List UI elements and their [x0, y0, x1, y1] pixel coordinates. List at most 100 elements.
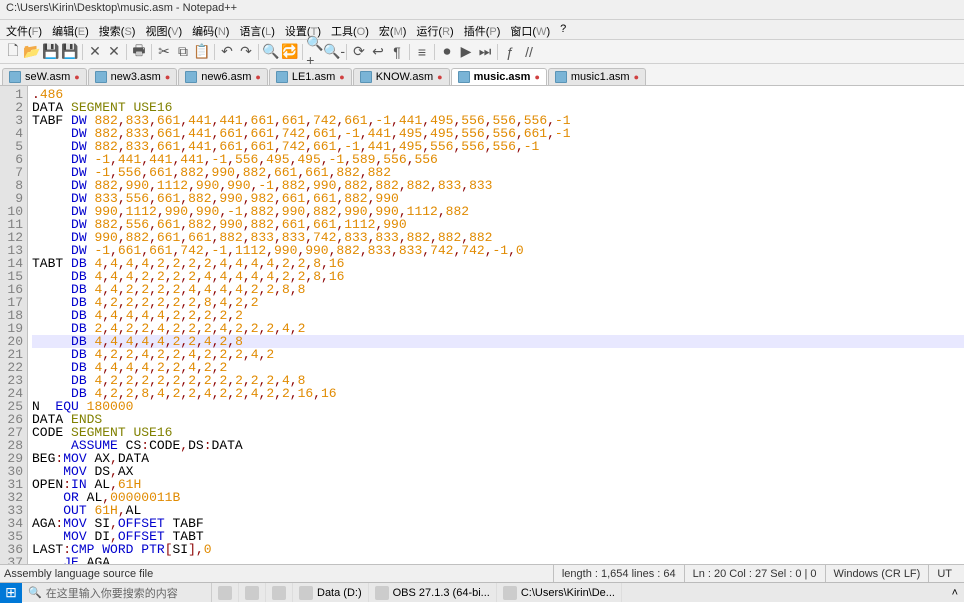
tab-label: new6.asm [201, 71, 251, 83]
taskbar-search[interactable]: 🔍 在这里输入你要搜索的内容 [22, 583, 212, 602]
code-line[interactable]: DB 4,2,2,8,4,2,2,4,2,2,4,2,2,16,16 [32, 387, 964, 400]
menu-M[interactable]: 宏(M) [375, 22, 411, 37]
zoom-out-button[interactable]: 🔍- [325, 43, 343, 61]
tab-close-icon[interactable]: ● [74, 72, 79, 82]
show-func-button[interactable]: ƒ [501, 43, 519, 61]
code-area[interactable]: .486DATA SEGMENT USE16TABF DW 882,833,66… [28, 86, 964, 588]
paste-button[interactable]: 📋 [193, 43, 211, 61]
editor: 1234567891011121314151617181920212223242… [0, 86, 964, 588]
tab-label: new3.asm [111, 71, 161, 83]
explorer-icon [218, 586, 232, 600]
menu-12[interactable]: ? [556, 22, 570, 37]
indent-guide-button[interactable]: ≡ [413, 43, 431, 61]
open-file-button[interactable]: 📂 [23, 43, 41, 61]
menu-O[interactable]: 工具(O) [327, 22, 373, 37]
task-label: OBS 27.1.3 (64-bi... [393, 587, 490, 599]
show-all-button[interactable]: ¶ [388, 43, 406, 61]
word-wrap-button[interactable]: ↩ [369, 43, 387, 61]
task-cmd[interactable]: C:\Users\Kirin\De... [497, 583, 622, 602]
cortana-circle-icon [245, 586, 259, 600]
tab-close-icon[interactable]: ● [339, 72, 344, 82]
window-title: C:\Users\Kirin\Desktop\music.asm - Notep… [6, 2, 237, 14]
menu-P[interactable]: 插件(P) [460, 22, 505, 37]
task-explorer[interactable] [212, 583, 239, 602]
tab-new3-asm[interactable]: new3.asm ● [88, 68, 178, 85]
file-icon [360, 71, 372, 83]
line-number-gutter: 1234567891011121314151617181920212223242… [0, 86, 28, 588]
copy-button[interactable]: ⧉ [174, 43, 192, 61]
close-all-button[interactable]: ✕ [105, 43, 123, 61]
tray-chevron-icon[interactable]: ˄ [952, 587, 958, 599]
menu-F[interactable]: 文件(F) [2, 22, 46, 37]
menu-S[interactable]: 搜索(S) [95, 22, 140, 37]
tab-close-icon[interactable]: ● [534, 72, 539, 82]
menu-N[interactable]: 编码(N) [188, 22, 233, 37]
code-line[interactable]: BEG:MOV AX,DATA [32, 452, 964, 465]
code-line[interactable]: LAST:CMP WORD PTR[SI],0 [32, 543, 964, 556]
toolbar-separator [82, 44, 83, 60]
toolbar-separator [409, 44, 410, 60]
toolbar-separator [497, 44, 498, 60]
macro-record-button[interactable]: ⏺ [438, 43, 456, 61]
tab-LE1-asm[interactable]: LE1.asm● [269, 68, 352, 85]
save-button[interactable]: 💾 [42, 43, 60, 61]
menu-W[interactable]: 窗口(W) [506, 22, 554, 37]
explorer-data-icon [299, 586, 313, 600]
macro-play-multi-button[interactable]: ⏭ [476, 43, 494, 61]
toolbar-separator [126, 44, 127, 60]
task-label: Data (D:) [317, 587, 362, 599]
tab-label: KNOW.asm [376, 71, 433, 83]
redo-button[interactable]: ↷ [237, 43, 255, 61]
toolbar-separator [214, 44, 215, 60]
tab-bar: seW.asm●new3.asm●new6.asm●LE1.asm●KNOW.a… [0, 64, 964, 86]
menu-V[interactable]: 视图(V) [141, 22, 186, 37]
code-line[interactable]: MOV DS,AX [32, 465, 964, 478]
file-icon [185, 71, 197, 83]
menu-bar: 文件(F)编辑(E)搜索(S)视图(V)编码(N)语言(L)设置(T)工具(O)… [0, 20, 964, 40]
menu-R[interactable]: 运行(R) [412, 22, 457, 37]
task-view-icon [272, 586, 286, 600]
code-line[interactable]: OR AL,00000011B [32, 491, 964, 504]
zoom-in-button[interactable]: 🔍+ [306, 43, 324, 61]
sync-button[interactable]: ⟳ [350, 43, 368, 61]
tab-close-icon[interactable]: ● [634, 72, 639, 82]
cut-button[interactable]: ✂ [155, 43, 173, 61]
search-placeholder: 在这里输入你要搜索的内容 [46, 585, 178, 601]
tab-music1-asm[interactable]: music1.asm ● [548, 68, 646, 85]
obs-icon [375, 586, 389, 600]
code-line[interactable]: N EQU 180000 [32, 400, 964, 413]
toolbar: 🗋📂💾💾✕✕🖶✂⧉📋↶↷🔍🔁🔍+🔍-⟳↩¶≡⏺▶⏭ƒ// [0, 40, 964, 64]
tab-close-icon[interactable]: ● [165, 72, 170, 82]
task-explorer-data[interactable]: Data (D:) [293, 583, 369, 602]
undo-button[interactable]: ↶ [218, 43, 236, 61]
tab-close-icon[interactable]: ● [255, 72, 260, 82]
file-icon [276, 71, 288, 83]
macro-play-button[interactable]: ▶ [457, 43, 475, 61]
tab-music-asm[interactable]: music.asm● [451, 68, 547, 85]
find-button[interactable]: 🔍 [262, 43, 280, 61]
new-file-button[interactable]: 🗋 [4, 43, 22, 61]
save-all-button[interactable]: 💾 [61, 43, 79, 61]
task-task-view[interactable] [266, 583, 293, 602]
tab-label: music1.asm [571, 71, 630, 83]
tab-seW-asm[interactable]: seW.asm● [2, 68, 87, 85]
system-tray[interactable]: ˄ [946, 587, 964, 599]
search-icon: 🔍 [28, 586, 42, 599]
status-length: length : 1,654 lines : 64 [553, 565, 684, 582]
tab-KNOW-asm[interactable]: KNOW.asm ● [353, 68, 450, 85]
code-line[interactable]: ASSUME CS:CODE,DS:DATA [32, 439, 964, 452]
start-button[interactable]: ⊞ [0, 583, 22, 603]
close-button[interactable]: ✕ [86, 43, 104, 61]
print-button[interactable]: 🖶 [130, 43, 148, 61]
file-icon [95, 71, 107, 83]
menu-E[interactable]: 编辑(E) [48, 22, 93, 37]
tab-label: music.asm [474, 71, 531, 83]
task-cortana-circle[interactable] [239, 583, 266, 602]
task-obs[interactable]: OBS 27.1.3 (64-bi... [369, 583, 497, 602]
tab-new6-asm[interactable]: new6.asm ● [178, 68, 268, 85]
tab-close-icon[interactable]: ● [437, 72, 442, 82]
replace-button[interactable]: 🔁 [281, 43, 299, 61]
menu-L[interactable]: 语言(L) [235, 22, 278, 37]
toggle-comment-button[interactable]: // [520, 43, 538, 61]
file-icon [555, 71, 567, 83]
